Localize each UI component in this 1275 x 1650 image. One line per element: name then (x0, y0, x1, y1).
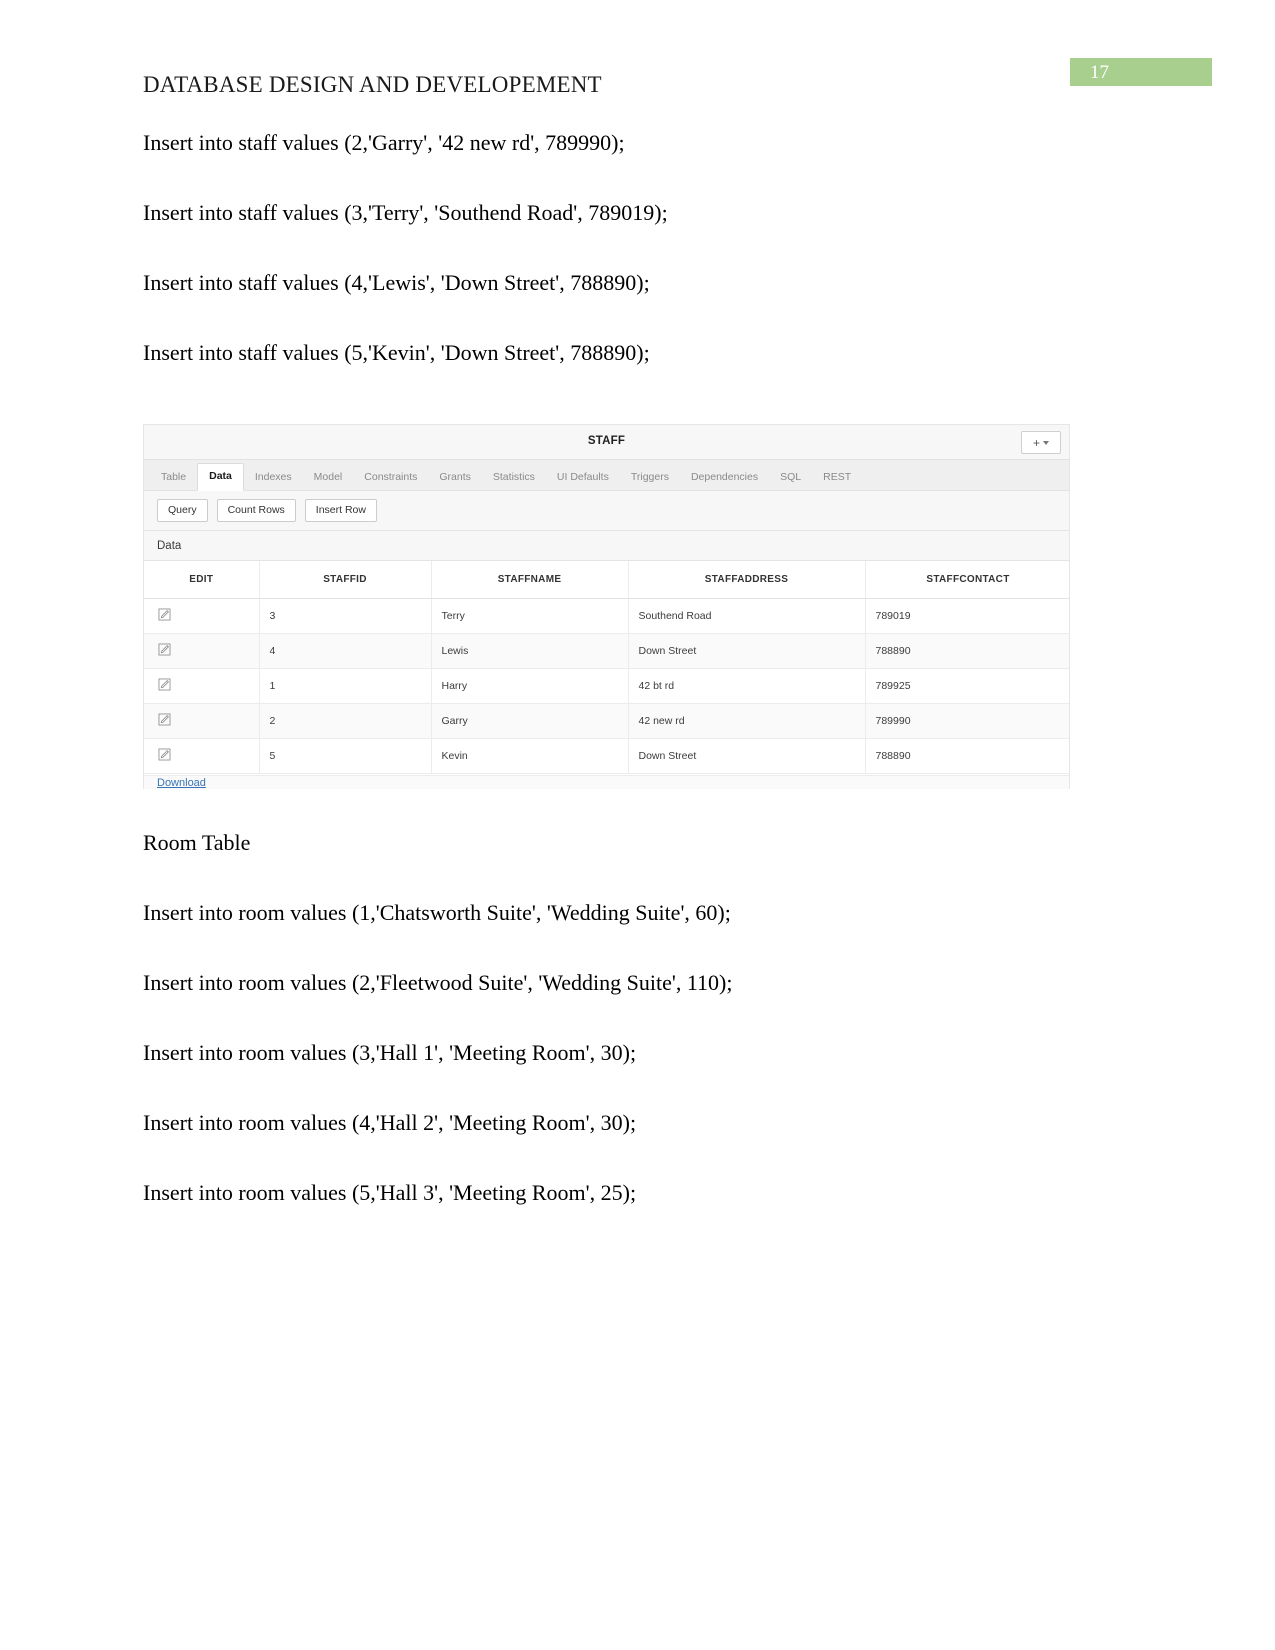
cell-staffaddress: 42 bt rd (628, 668, 866, 704)
cell-staffaddress: Down Street (628, 633, 866, 669)
tab-grants[interactable]: Grants (428, 465, 482, 490)
apex-action-button-bar: Query Count Rows Insert Row (144, 491, 1069, 531)
cell-staffname: Lewis (431, 633, 629, 669)
apex-data-browser-screenshot: STAFF + Table Data Indexes Model Constra… (143, 424, 1070, 789)
room-insert-statement: Insert into room values (2,'Fleetwood Su… (143, 970, 733, 995)
tab-indexes[interactable]: Indexes (244, 465, 303, 490)
tab-table[interactable]: Table (150, 465, 197, 490)
tab-sql[interactable]: SQL (769, 465, 812, 490)
download-link[interactable]: Download (157, 777, 206, 789)
tab-constraints[interactable]: Constraints (353, 465, 428, 490)
edit-pencil-icon[interactable] (158, 678, 171, 694)
cell-staffid: 2 (259, 703, 432, 739)
staff-insert-statement: Insert into staff values (5,'Kevin', 'Do… (143, 340, 650, 365)
section-label: Data (157, 539, 182, 552)
room-insert-statement: Insert into room values (3,'Hall 1', 'Me… (143, 1040, 637, 1065)
column-header-staffid[interactable]: STAFFID (259, 561, 432, 599)
tab-data[interactable]: Data (197, 463, 244, 491)
staff-insert-statement: Insert into staff values (2,'Garry', '42… (143, 130, 625, 155)
document-body-bottom: Room Table Insert into room values (1,'C… (143, 830, 1103, 1250)
apex-section-bar: Data (144, 531, 1069, 561)
apex-footer: Download (144, 775, 1069, 789)
column-header-staffcontact[interactable]: STAFFCONTACT (865, 561, 1069, 599)
tab-ui-defaults[interactable]: UI Defaults (546, 465, 620, 490)
apex-tab-bar: Table Data Indexes Model Constraints Gra… (144, 460, 1069, 491)
tab-statistics[interactable]: Statistics (482, 465, 546, 490)
cell-staffaddress: Down Street (628, 738, 866, 774)
cell-staffcontact: 788890 (865, 738, 1069, 774)
query-button[interactable]: Query (157, 498, 208, 523)
staff-insert-statement: Insert into staff values (4,'Lewis', 'Do… (143, 270, 650, 295)
cell-staffid: 3 (259, 598, 432, 634)
staff-data-table: EDIT STAFFID STAFFNAME STAFFADDRESS STAF… (144, 561, 1069, 774)
cell-staffname: Terry (431, 598, 629, 634)
edit-pencil-icon[interactable] (158, 713, 171, 729)
cell-staffcontact: 788890 (865, 633, 1069, 669)
cell-staffaddress: 42 new rd (628, 703, 866, 739)
table-row: 4 Lewis Down Street 788890 (144, 633, 1069, 669)
table-row: 1 Harry 42 bt rd 789925 (144, 668, 1069, 704)
table-row: 3 Terry Southend Road 789019 (144, 598, 1069, 634)
edit-pencil-icon[interactable] (158, 748, 171, 764)
page-header: DATABASE DESIGN AND DEVELOPEMENT 17 (0, 58, 1275, 98)
edit-pencil-icon[interactable] (158, 643, 171, 659)
table-row: 5 Kevin Down Street 788890 (144, 738, 1069, 774)
apex-title-bar: STAFF + (144, 425, 1069, 460)
cell-staffid: 1 (259, 668, 432, 704)
cell-staffname: Harry (431, 668, 629, 704)
room-insert-statement: Insert into room values (1,'Chatsworth S… (143, 900, 731, 925)
cell-staffcontact: 789019 (865, 598, 1069, 634)
table-header-row: EDIT STAFFID STAFFNAME STAFFADDRESS STAF… (144, 561, 1069, 599)
edit-cell[interactable] (144, 633, 260, 669)
column-header-edit[interactable]: EDIT (144, 561, 260, 599)
edit-cell[interactable] (144, 738, 260, 774)
column-header-staffaddress[interactable]: STAFFADDRESS (628, 561, 866, 599)
tab-model[interactable]: Model (303, 465, 354, 490)
room-insert-statement: Insert into room values (4,'Hall 2', 'Me… (143, 1110, 637, 1135)
staff-insert-statement: Insert into staff values (3,'Terry', 'So… (143, 200, 668, 225)
insert-row-button[interactable]: Insert Row (304, 498, 377, 523)
room-table-heading: Room Table (143, 830, 251, 855)
cell-staffname: Garry (431, 703, 629, 739)
tab-triggers[interactable]: Triggers (620, 465, 680, 490)
cell-staffid: 4 (259, 633, 432, 669)
page-number: 17 (1090, 62, 1109, 83)
room-insert-statement: Insert into room values (5,'Hall 3', 'Me… (143, 1180, 637, 1205)
cell-staffname: Kevin (431, 738, 629, 774)
chevron-down-icon (1043, 440, 1049, 445)
add-menu-button[interactable]: + (1021, 431, 1061, 454)
apex-table-title: STAFF (587, 435, 626, 447)
cell-staffcontact: 789925 (865, 668, 1069, 704)
edit-cell[interactable] (144, 668, 260, 704)
column-header-staffname[interactable]: STAFFNAME (431, 561, 629, 599)
document-body-top: Insert into staff values (2,'Garry', '42… (143, 130, 1103, 410)
plus-icon: + (1032, 435, 1040, 450)
page-number-badge: 17 (1070, 58, 1212, 86)
count-rows-button[interactable]: Count Rows (216, 498, 296, 523)
cell-staffcontact: 789990 (865, 703, 1069, 739)
edit-pencil-icon[interactable] (158, 608, 171, 624)
cell-staffaddress: Southend Road (628, 598, 866, 634)
tab-rest[interactable]: REST (812, 465, 862, 490)
document-header-title: DATABASE DESIGN AND DEVELOPEMENT (143, 72, 602, 97)
table-row: 2 Garry 42 new rd 789990 (144, 703, 1069, 739)
cell-staffid: 5 (259, 738, 432, 774)
tab-dependencies[interactable]: Dependencies (680, 465, 769, 490)
edit-cell[interactable] (144, 598, 260, 634)
edit-cell[interactable] (144, 703, 260, 739)
